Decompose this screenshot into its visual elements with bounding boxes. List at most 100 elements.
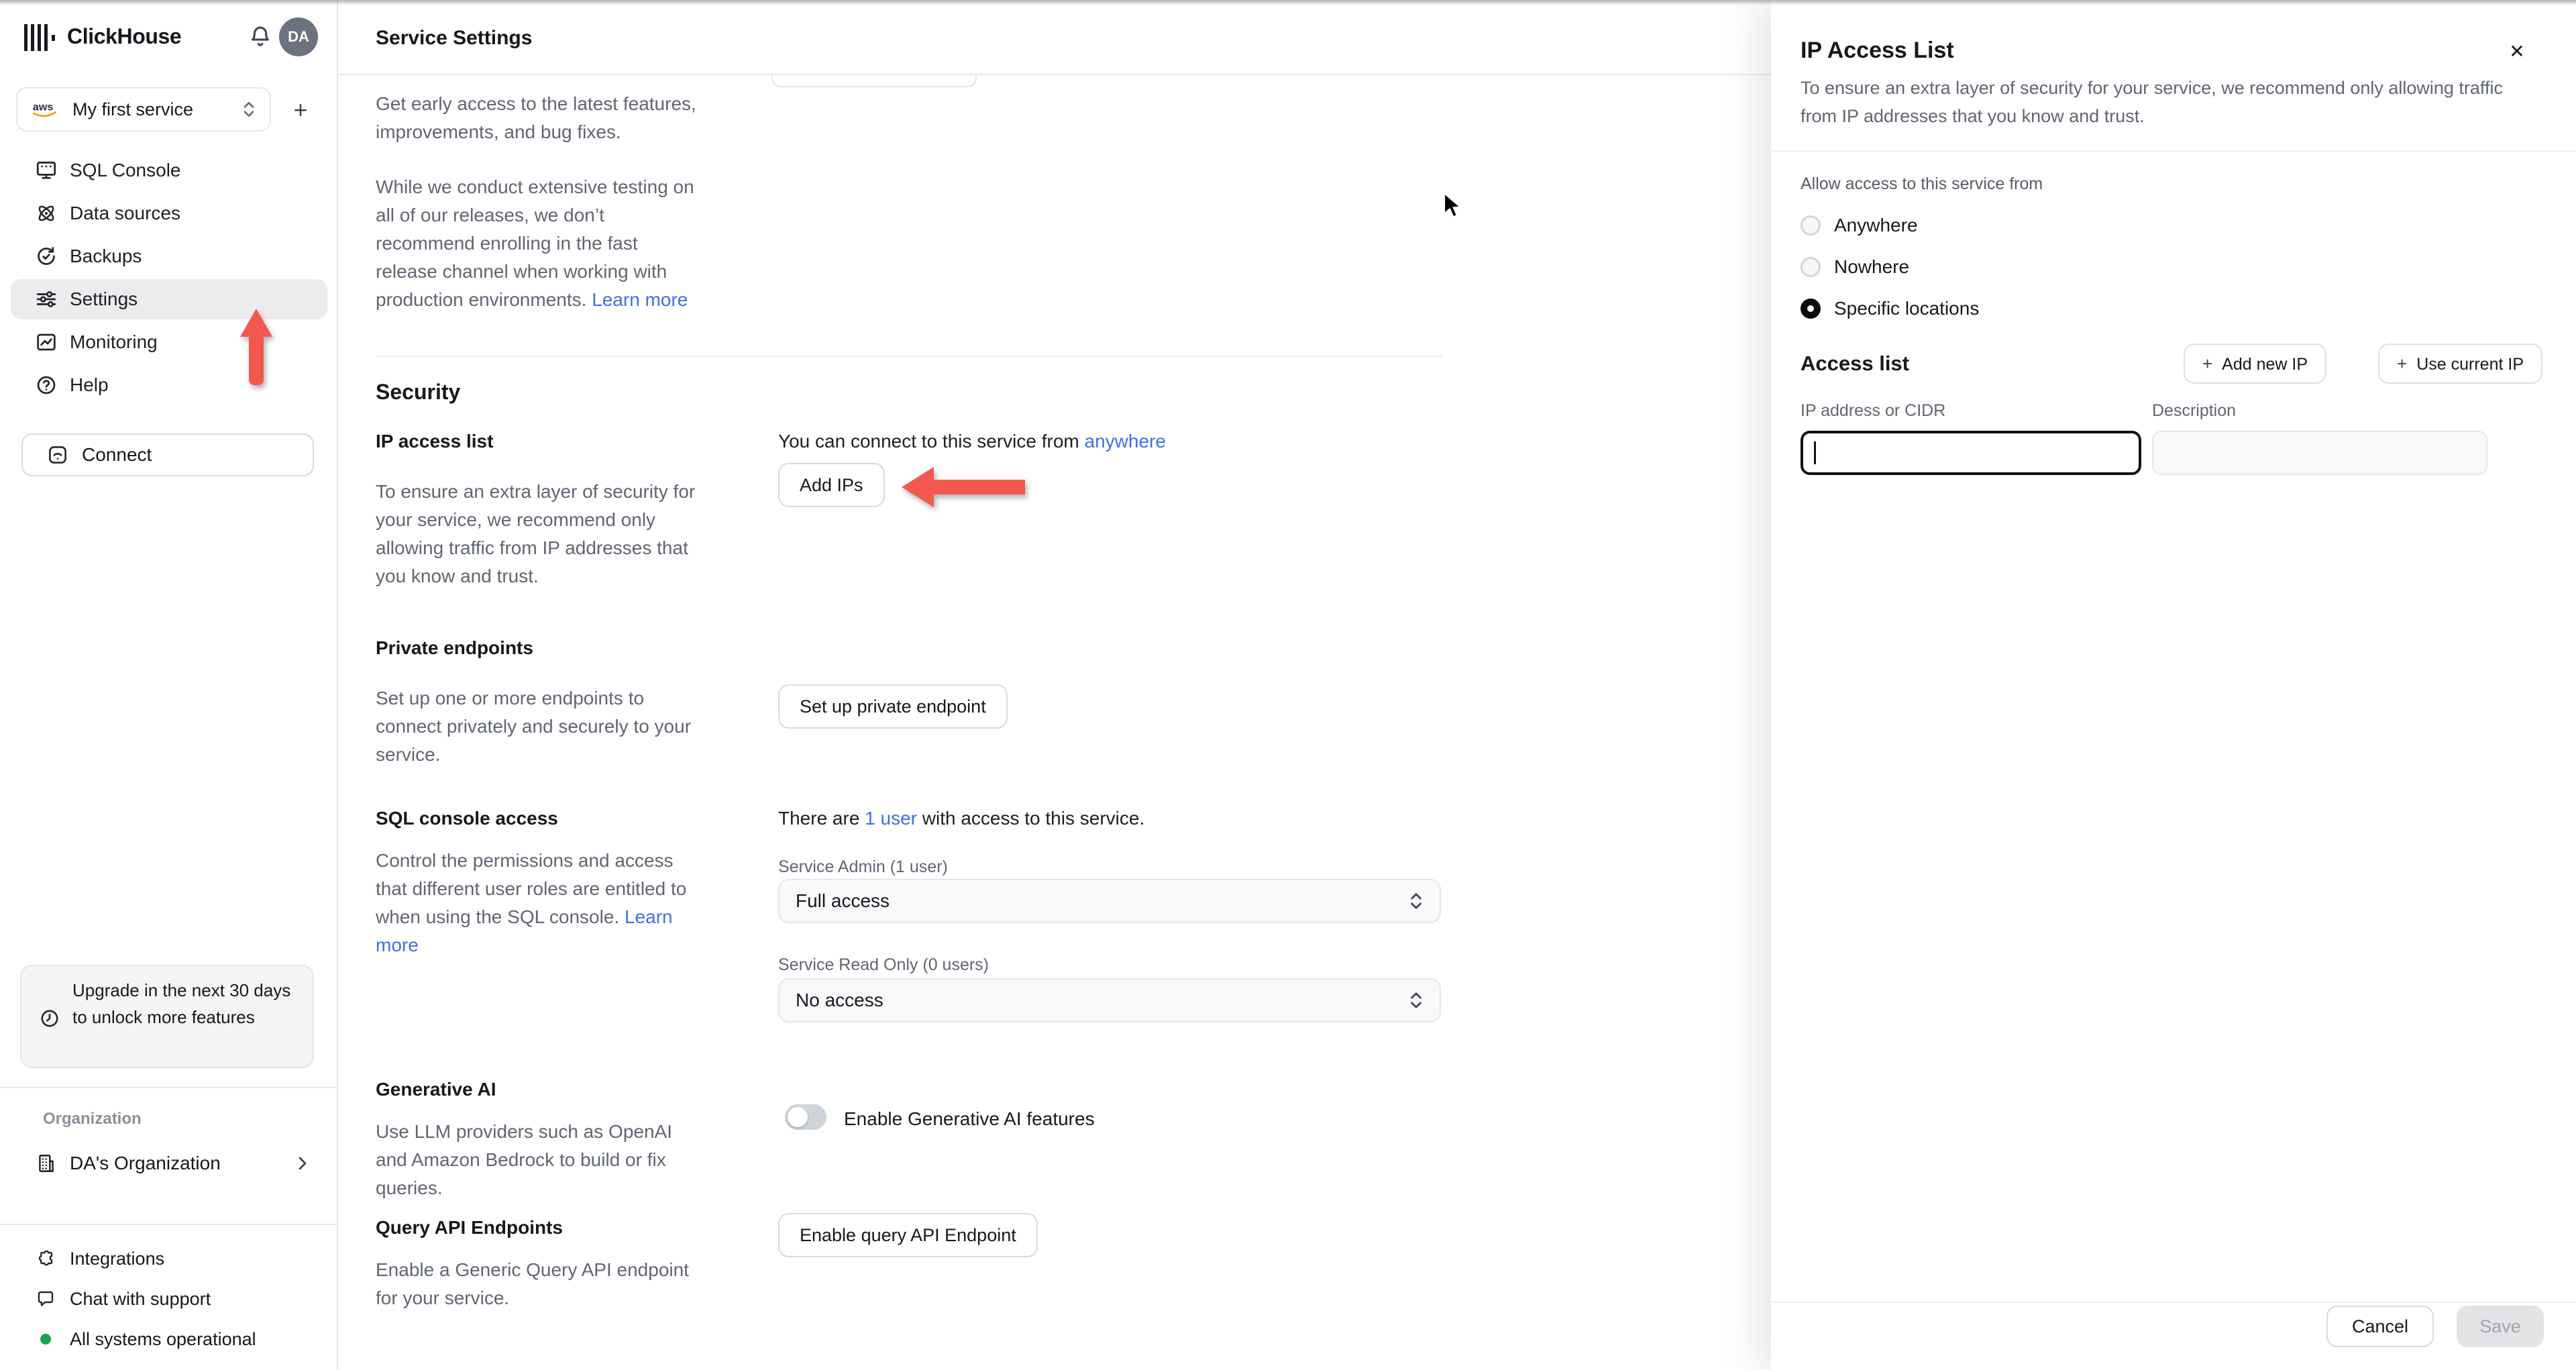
integrations-label: Integrations (70, 1248, 165, 1269)
generative-ai-toggle[interactable] (785, 1104, 826, 1130)
add-ips-button[interactable]: Add IPs (778, 463, 885, 507)
system-status[interactable]: All systems operational (11, 1322, 327, 1357)
fast-release-select-partial[interactable] (771, 75, 977, 87)
page-title: Service Settings (376, 27, 533, 49)
sidebar-item-sql-console[interactable]: SQL Console (11, 150, 327, 191)
sidebar-item-label: SQL Console (70, 160, 181, 180)
fast-release-p2: While we conduct extensive testing on al… (376, 176, 694, 310)
service-readonly-select-value: No access (796, 990, 883, 1010)
toggle-knob (788, 1107, 808, 1127)
query-api-description: Enable a Generic Query API endpoint for … (376, 1259, 689, 1308)
add-new-ip-button[interactable]: + Add new IP (2183, 344, 2326, 384)
private-endpoints-title: Private endpoints (376, 637, 533, 658)
sql-console-access-title: SQL console access (376, 808, 558, 829)
radio-circle-icon (1801, 215, 1821, 235)
description-input[interactable] (2152, 431, 2487, 475)
plus-icon: + (2397, 353, 2408, 374)
sidebar-item-backups[interactable]: Backups (11, 236, 327, 276)
access-list-heading: Access list (1801, 352, 1909, 375)
add-service-button[interactable]: + (284, 94, 317, 126)
radio-anywhere[interactable]: Anywhere (1801, 212, 1918, 239)
service-selector[interactable]: aws My first service (16, 87, 271, 131)
drawer-description: To ensure an extra layer of security for… (1801, 78, 2503, 126)
radio-nowhere[interactable]: Nowhere (1801, 254, 1909, 280)
connect-icon (49, 446, 66, 464)
organization-switcher[interactable]: DA's Organization (11, 1145, 327, 1182)
anywhere-link[interactable]: anywhere (1085, 431, 1166, 452)
close-icon[interactable]: ✕ (2501, 35, 2533, 67)
status-label: All systems operational (70, 1328, 256, 1349)
annotation-arrow-up (240, 309, 272, 385)
radio-circle-selected-icon (1801, 299, 1821, 319)
backups-history-icon (38, 247, 55, 265)
connect-label: Connect (82, 444, 152, 465)
learn-more-link[interactable]: Learn more (592, 289, 688, 310)
generative-ai-toggle-label: Enable Generative AI features (844, 1108, 1095, 1129)
sidebar-divider (0, 1087, 338, 1088)
ip-access-list-description: To ensure an extra layer of security for… (376, 481, 696, 586)
sidebar-item-integrations[interactable]: Integrations (11, 1241, 327, 1276)
user-avatar[interactable]: DA (279, 17, 318, 56)
use-current-ip-button[interactable]: + Use current IP (2378, 344, 2542, 384)
private-endpoints-description: Set up one or more endpoints to connect … (376, 688, 692, 765)
sidebar-item-settings[interactable]: Settings (11, 279, 327, 319)
status-green-dot-icon (40, 1334, 51, 1345)
brand-name: ClickHouse (67, 24, 182, 48)
radio-specific-locations[interactable]: Specific locations (1801, 295, 1979, 322)
data-sources-icon (38, 205, 54, 221)
service-admin-label: Service Admin (1 user) (778, 857, 948, 876)
sidebar-divider (0, 1224, 338, 1225)
sidebar-item-help[interactable]: Help (11, 365, 327, 405)
sidebar-item-data-sources[interactable]: Data sources (11, 193, 327, 233)
query-api-endpoints-title: Query API Endpoints (376, 1217, 563, 1238)
service-admin-select-value: Full access (796, 890, 890, 911)
organization-name: DA's Organization (70, 1153, 221, 1173)
plus-icon: + (2202, 353, 2213, 374)
ip-address-input[interactable] (1801, 431, 2141, 475)
annotation-arrow-left (902, 467, 1025, 507)
description-field-label: Description (2152, 401, 2237, 420)
chat-bubble-icon (38, 1291, 54, 1306)
sidebar-item-label: Settings (70, 288, 138, 309)
sql-console-icon (36, 161, 56, 179)
notifications-bell-icon[interactable] (246, 24, 275, 54)
chevron-right-icon (299, 1157, 307, 1170)
drawer-footer-divider (1771, 1302, 2576, 1303)
allow-access-label: Allow access to this service from (1801, 174, 2043, 193)
app-window: ClickHouse DA aws My first service + SQL… (0, 0, 2576, 1370)
chevron-up-down-icon (1411, 992, 1421, 1008)
clickhouse-logo-icon (24, 24, 59, 51)
cancel-button[interactable]: Cancel (2326, 1306, 2434, 1347)
enable-query-api-button[interactable]: Enable query API Endpoint (778, 1213, 1038, 1257)
aws-logo-icon: aws (33, 101, 56, 117)
section-divider (376, 356, 1442, 357)
sidebar-item-chat-support[interactable]: Chat with support (11, 1281, 327, 1316)
sidebar-item-label: Backups (70, 246, 142, 266)
save-button[interactable]: Save (2457, 1306, 2544, 1347)
service-readonly-label: Service Read Only (0 users) (778, 955, 989, 974)
sidebar: ClickHouse DA aws My first service + SQL… (0, 0, 338, 1370)
brand-row: ClickHouse DA (0, 0, 337, 75)
ip-address-field-label: IP address or CIDR (1801, 401, 1946, 420)
sidebar-item-monitoring[interactable]: Monitoring (11, 322, 327, 362)
fast-release-p1: Get early access to the latest features,… (376, 93, 696, 142)
sidebar-item-label: Help (70, 374, 109, 395)
building-icon (39, 1155, 54, 1172)
help-icon (37, 376, 56, 394)
service-readonly-select[interactable]: No access (778, 978, 1441, 1022)
upgrade-notice[interactable]: Upgrade in the next 30 days to unlock mo… (20, 965, 314, 1068)
radio-circle-icon (1801, 257, 1821, 277)
chat-support-label: Chat with support (70, 1288, 211, 1309)
svg-text:aws: aws (33, 101, 54, 113)
service-admin-select[interactable]: Full access (778, 879, 1441, 923)
connect-button[interactable]: Connect (21, 433, 314, 476)
upgrade-notice-text: Upgrade in the next 30 days to unlock mo… (72, 980, 291, 1027)
sql-console-access-description: Control the permissions and access that … (376, 850, 687, 955)
clock-icon (41, 1010, 58, 1027)
setup-private-endpoint-button[interactable]: Set up private endpoint (778, 684, 1008, 729)
ip-access-list-drawer: IP Access List ✕ To ensure an extra laye… (1771, 0, 2576, 1370)
generative-ai-description: Use LLM providers such as OpenAI and Ama… (376, 1121, 672, 1198)
sidebar-item-label: Monitoring (70, 331, 158, 352)
chevron-up-down-icon (244, 102, 254, 117)
one-user-link[interactable]: 1 user (865, 808, 917, 829)
